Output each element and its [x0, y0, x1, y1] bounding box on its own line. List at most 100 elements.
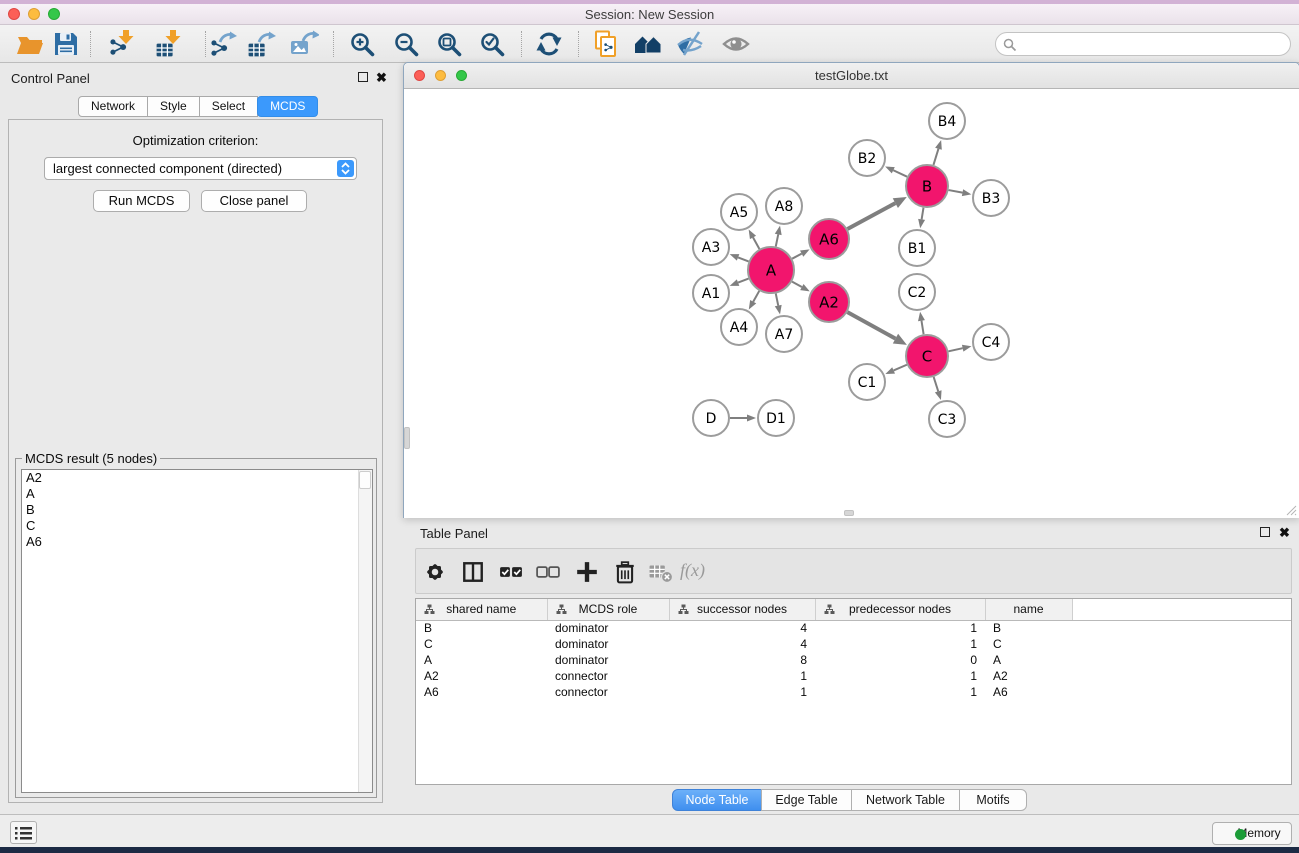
table-row[interactable]: Adominator80A: [416, 652, 1292, 668]
table-cell[interactable]: A2: [985, 668, 1072, 684]
graph-edge[interactable]: [738, 279, 749, 283]
table-cell[interactable]: 8: [669, 652, 815, 668]
table-cell[interactable]: C: [416, 636, 547, 652]
optimization-criterion-select[interactable]: largest connected component (directed): [44, 157, 357, 180]
graph-edge[interactable]: [921, 321, 923, 335]
deselect-all-columns-icon[interactable]: [536, 560, 560, 584]
network-window-titlebar[interactable]: testGlobe.txt: [404, 63, 1299, 89]
run-mcds-button[interactable]: Run MCDS: [93, 190, 190, 212]
tab-node-table[interactable]: Node Table: [672, 789, 762, 811]
close-panel-button[interactable]: Close panel: [201, 190, 307, 212]
float-panel-icon[interactable]: [358, 72, 368, 82]
tab-network[interactable]: Network: [78, 96, 148, 117]
clone-network-icon[interactable]: [591, 29, 621, 59]
table-cell[interactable]: dominator: [547, 652, 669, 668]
mcds-result-item[interactable]: C: [22, 518, 372, 534]
function-builder-icon[interactable]: f(x): [680, 560, 705, 581]
close-panel-icon[interactable]: ✖: [1279, 528, 1290, 538]
vertical-scrollbar-thumb[interactable]: [404, 427, 410, 449]
table-cell[interactable]: dominator: [547, 620, 669, 636]
graph-edge[interactable]: [922, 208, 924, 220]
tab-select[interactable]: Select: [199, 96, 258, 117]
network-canvas[interactable]: AA6A2BCA5A8A3A1A4A7B2B4B3B1C2C4C1C3DD1: [404, 89, 1299, 518]
table-cell[interactable]: A6: [985, 684, 1072, 700]
graph-edge[interactable]: [933, 149, 938, 165]
tab-edge-table[interactable]: Edge Table: [761, 789, 852, 811]
graph-edge[interactable]: [847, 203, 895, 229]
export-image-icon[interactable]: [289, 29, 319, 59]
table-cell[interactable]: B: [416, 620, 547, 636]
graph-edge[interactable]: [776, 294, 778, 306]
open-session-icon[interactable]: [15, 29, 45, 59]
graph-edge[interactable]: [792, 282, 802, 287]
resize-grip-icon[interactable]: [1285, 504, 1297, 516]
column-header-shared-name[interactable]: shared name: [416, 599, 547, 620]
zoom-in-icon[interactable]: [347, 29, 377, 59]
graph-edge[interactable]: [949, 190, 963, 193]
add-column-icon[interactable]: [575, 560, 599, 584]
table-cell[interactable]: dominator: [547, 636, 669, 652]
import-network-icon[interactable]: [106, 29, 136, 59]
table-cell[interactable]: 1: [815, 668, 985, 684]
table-cell[interactable]: 1: [815, 684, 985, 700]
mcds-result-item[interactable]: A6: [22, 534, 372, 550]
zoom-window-button[interactable]: [48, 8, 60, 20]
refresh-layout-icon[interactable]: [534, 29, 564, 59]
table-row[interactable]: A2connector11A2: [416, 668, 1292, 684]
close-panel-icon[interactable]: ✖: [376, 73, 387, 83]
table-cell[interactable]: 4: [669, 636, 815, 652]
import-table-icon[interactable]: [153, 29, 183, 59]
table-cell[interactable]: connector: [547, 684, 669, 700]
export-network-icon[interactable]: [207, 29, 237, 59]
search-input[interactable]: [1022, 35, 1282, 53]
mcds-result-item[interactable]: A: [22, 486, 372, 502]
table-cell[interactable]: A: [985, 652, 1072, 668]
table-row[interactable]: A6connector11A6: [416, 684, 1292, 700]
graph-edge[interactable]: [776, 234, 778, 246]
task-history-button[interactable]: [10, 821, 37, 844]
tab-network-table[interactable]: Network Table: [851, 789, 960, 811]
table-cell[interactable]: connector: [547, 668, 669, 684]
table-cell[interactable]: 4: [669, 620, 815, 636]
graph-edge[interactable]: [934, 377, 939, 391]
hide-details-icon[interactable]: [675, 29, 705, 59]
show-all-networks-icon[interactable]: [633, 29, 663, 59]
tab-mcds[interactable]: MCDS: [257, 96, 318, 117]
graph-edge[interactable]: [948, 348, 962, 351]
graph-edge[interactable]: [753, 237, 759, 249]
table-cell[interactable]: A6: [416, 684, 547, 700]
show-columns-icon[interactable]: [461, 560, 485, 584]
table-cell[interactable]: A: [416, 652, 547, 668]
table-cell[interactable]: 1: [815, 636, 985, 652]
scrollbar-track[interactable]: [358, 470, 372, 792]
show-details-icon[interactable]: [721, 29, 751, 59]
tab-motifs[interactable]: Motifs: [959, 789, 1027, 811]
zoom-fit-icon[interactable]: [434, 29, 464, 59]
mcds-result-item[interactable]: A2: [22, 470, 372, 486]
table-cell[interactable]: C: [985, 636, 1072, 652]
save-session-icon[interactable]: [50, 29, 80, 59]
tab-style[interactable]: Style: [147, 96, 200, 117]
table-cell[interactable]: A2: [416, 668, 547, 684]
select-all-columns-icon[interactable]: [499, 560, 523, 584]
table-cell[interactable]: 1: [669, 668, 815, 684]
zoom-selected-icon[interactable]: [477, 29, 507, 59]
minimize-window-button[interactable]: [28, 8, 40, 20]
close-window-button[interactable]: [8, 8, 20, 20]
column-header-mcds-role[interactable]: MCDS role: [547, 599, 669, 620]
delete-column-icon[interactable]: [613, 560, 637, 584]
table-settings-gear-icon[interactable]: [423, 560, 447, 584]
zoom-window-button[interactable]: [456, 70, 467, 81]
export-table-icon[interactable]: [246, 29, 276, 59]
minimize-window-button[interactable]: [435, 70, 446, 81]
mcds-result-list[interactable]: A2ABCA6: [21, 469, 373, 793]
graph-edge[interactable]: [893, 170, 907, 176]
close-window-button[interactable]: [414, 70, 425, 81]
column-header-name[interactable]: name: [985, 599, 1072, 620]
table-cell[interactable]: 1: [815, 620, 985, 636]
table-row[interactable]: Bdominator41B: [416, 620, 1292, 636]
memory-button[interactable]: Memory: [1212, 822, 1292, 845]
graph-edge[interactable]: [894, 365, 907, 371]
graph-edge[interactable]: [792, 254, 801, 259]
float-panel-icon[interactable]: [1260, 527, 1270, 537]
